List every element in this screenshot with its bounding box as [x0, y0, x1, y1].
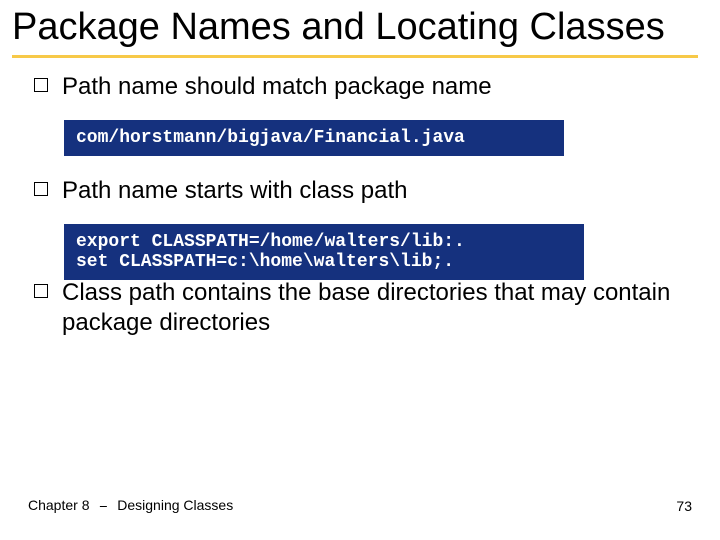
footer-separator-icon: ⎯	[93, 497, 113, 514]
bullet-text: Class path contains the base directories…	[62, 278, 694, 338]
square-bullet-icon	[34, 78, 48, 92]
square-bullet-icon	[34, 182, 48, 196]
slide: Package Names and Locating Classes Path …	[0, 0, 720, 540]
bullet-item: Path name should match package name	[34, 72, 694, 102]
footer-chapter: Chapter 8 ⎯ Designing Classes	[28, 497, 233, 514]
footer-chapter-num: Chapter 8	[28, 497, 89, 513]
slide-title: Package Names and Locating Classes	[12, 6, 698, 49]
slide-body: Path name should match package name com/…	[12, 72, 698, 338]
bullet-item: Path name starts with class path	[34, 176, 694, 206]
square-bullet-icon	[34, 284, 48, 298]
page-number: 73	[676, 498, 692, 514]
footer-topic: Designing Classes	[117, 497, 233, 513]
code-block-classpath: export CLASSPATH=/home/walters/lib:. set…	[64, 224, 584, 280]
title-rule	[12, 55, 698, 58]
bullet-text: Path name starts with class path	[62, 176, 408, 206]
bullet-item: Class path contains the base directories…	[34, 278, 694, 338]
code-block-path: com/horstmann/bigjava/Financial.java	[64, 120, 564, 156]
bullet-text: Path name should match package name	[62, 72, 492, 102]
